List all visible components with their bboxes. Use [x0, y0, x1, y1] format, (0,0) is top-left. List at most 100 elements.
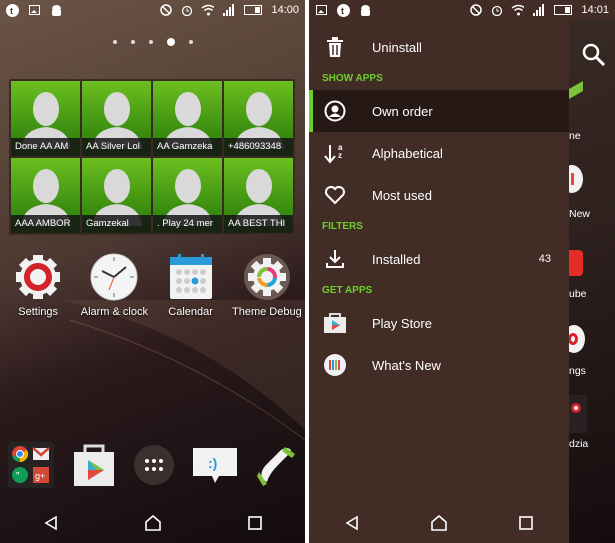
app-row: Settings Alarm & clock Calendar Theme De… [0, 252, 305, 318]
app-label: ube [569, 288, 587, 300]
own-order-icon [324, 100, 346, 122]
uninstall-button[interactable]: Uninstall [309, 26, 569, 68]
sort-alphabetical-icon: az [324, 143, 343, 164]
menu-item-own-order[interactable]: Own order [309, 90, 569, 132]
recents-button[interactable] [247, 515, 263, 531]
menu-item-installed[interactable]: Installed 43 [309, 238, 569, 280]
android-icon [50, 4, 63, 17]
contact-tile[interactable]: +486093348 [224, 81, 293, 156]
play-store-icon [324, 313, 346, 333]
svg-text:g+: g+ [35, 471, 45, 481]
dock: " g+ :) [0, 442, 305, 488]
home-screen: t 14:00 Done AA AM AA Silver Lol AA Gamzek… [0, 0, 305, 543]
youtube-icon-partial [569, 250, 583, 276]
app-label: Calendar [168, 306, 213, 318]
settings-icon-partial [569, 325, 585, 353]
navigation-bar [0, 503, 305, 543]
search-icon[interactable] [579, 40, 609, 70]
whats-new-icon [324, 354, 346, 376]
menu-item-whats-new[interactable]: What's New [309, 344, 569, 386]
menu-item-play-store[interactable]: Play Store [309, 302, 569, 344]
settings-icon [16, 255, 61, 299]
app-label: New [569, 208, 591, 220]
google-plus-icon: g+ [33, 467, 50, 483]
back-button[interactable] [344, 515, 360, 531]
signal-icon [532, 4, 545, 17]
do-not-disturb-icon [159, 4, 172, 17]
app-theme-debug[interactable]: Theme Debug [229, 252, 305, 318]
contact-tile[interactable]: AAA AMBOR [11, 158, 80, 233]
back-button[interactable] [43, 515, 59, 531]
menu-item-alphabetical[interactable]: az Alphabetical [309, 132, 569, 174]
installed-count: 43 [538, 253, 551, 265]
clock-time: 14:00 [271, 4, 299, 16]
menu-item-label: Alphabetical [372, 145, 443, 161]
battery-icon [243, 4, 263, 17]
app-settings[interactable]: Settings [0, 252, 76, 318]
alarm-icon [180, 4, 193, 17]
recents-button[interactable] [518, 515, 534, 531]
app-drawer-screen: t 14:01 ne New ube ngs dzia Uninstall SH… [309, 0, 615, 543]
contact-tile[interactable]: . Play 24 mer [153, 158, 222, 233]
phone-icon-partial [569, 80, 583, 100]
svg-text:z: z [338, 151, 342, 160]
app-label: Settings [18, 306, 58, 318]
home-button[interactable] [430, 515, 448, 531]
contact-tile[interactable]: Done AA AM [11, 81, 80, 156]
app-calendar[interactable]: Calendar [153, 252, 229, 318]
menu-item-label: What's New [372, 357, 441, 373]
contact-name: Gamzekal [82, 215, 151, 233]
page-indicator[interactable] [0, 38, 305, 46]
section-header-get-apps: GET APPS [322, 285, 373, 296]
contact-tile[interactable]: Gamzekal [82, 158, 151, 233]
navigation-bar [309, 503, 569, 543]
chrome-icon [12, 446, 29, 463]
heart-icon [325, 186, 345, 205]
contact-tile[interactable]: AA Silver Lol [82, 81, 151, 156]
folder-icon-partial [569, 395, 587, 433]
app-drawer-button[interactable] [134, 445, 175, 485]
android-icon [359, 4, 372, 17]
tumblr-icon: t [6, 3, 19, 17]
page-dot[interactable] [148, 40, 153, 44]
page-dot-active[interactable] [166, 38, 175, 46]
contact-name: AAA AMBOR [11, 215, 80, 233]
app-alarm-clock[interactable]: Alarm & clock [76, 252, 152, 318]
contacts-widget: Done AA AM AA Silver Lol AA Gamzeka +486093… [9, 79, 295, 235]
contact-tile[interactable]: AA BEST THI [224, 158, 293, 233]
gmail-icon [32, 447, 50, 460]
play-store-icon[interactable] [70, 442, 118, 488]
google-folder[interactable]: " g+ [8, 442, 55, 488]
menu-item-label: Installed [372, 251, 421, 267]
messaging-icon[interactable]: :) [191, 444, 239, 486]
page-dot[interactable] [188, 40, 193, 44]
contact-name: AA Silver Lol [82, 138, 151, 156]
contact-name: +486093348 [224, 138, 293, 156]
hangouts-icon: " [12, 467, 29, 483]
app-label: ngs [569, 365, 586, 377]
image-icon [28, 4, 41, 17]
image-icon [315, 4, 328, 17]
section-header-show-apps: SHOW APPS [322, 73, 383, 84]
svg-text:": " [16, 471, 20, 482]
page-dot[interactable] [112, 40, 117, 44]
uninstall-label: Uninstall [372, 39, 422, 55]
app-label: ne [569, 130, 581, 142]
page-dot[interactable] [130, 40, 135, 44]
menu-item-label: Most used [372, 187, 432, 203]
menu-item-label: Own order [372, 103, 433, 119]
menu-item-most-used[interactable]: Most used [309, 174, 569, 216]
sort-filter-drawer: Uninstall SHOW APPS Own order az Alphabe… [309, 20, 569, 543]
status-bar: t 14:00 [0, 0, 305, 20]
phone-icon[interactable] [255, 444, 297, 486]
status-bar: t 14:01 [309, 0, 615, 20]
clock-time: 14:01 [581, 4, 609, 16]
signal-icon [222, 4, 235, 17]
contact-tile[interactable]: AA Gamzeka [153, 81, 222, 156]
svg-text:t: t [10, 6, 13, 16]
menu-item-label: Play Store [372, 315, 432, 331]
svg-text::): :) [208, 455, 217, 471]
home-button[interactable] [144, 515, 162, 531]
background-app-grid: ne New ube ngs dzia [569, 20, 615, 503]
contact-name: . Play 24 mer [153, 215, 222, 233]
